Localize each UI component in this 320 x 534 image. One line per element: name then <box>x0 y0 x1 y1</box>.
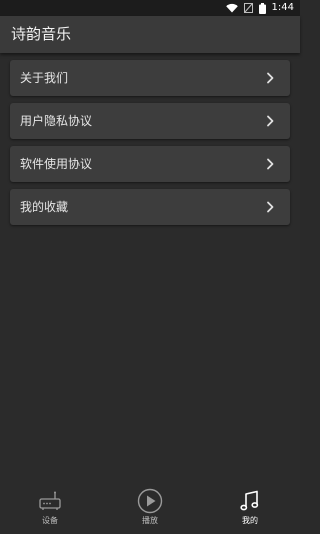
music-note-icon <box>240 490 259 511</box>
app-title: 诗韵音乐 <box>11 25 72 43</box>
nav-label-device: 设备 <box>42 516 58 525</box>
bottom-nav: 设备 播放 我的 <box>0 484 300 534</box>
app-bar: 诗韵音乐 <box>0 16 300 53</box>
nav-tab-play[interactable]: 播放 <box>110 488 190 532</box>
nav-tab-mine[interactable]: 我的 <box>210 488 290 532</box>
status-time: 1:44 <box>271 2 294 13</box>
play-circle-icon <box>137 488 163 514</box>
status-bar: 1:44 <box>0 0 300 16</box>
menu-item-label: 软件使用协议 <box>20 157 93 171</box>
battery-icon <box>258 2 266 14</box>
nav-tab-device[interactable]: 设备 <box>10 488 90 532</box>
chevron-right-icon <box>267 158 274 170</box>
no-signal-icon <box>243 3 253 13</box>
wifi-icon <box>225 3 238 13</box>
chevron-right-icon <box>267 201 274 213</box>
menu-item-software-agreement[interactable]: 软件使用协议 <box>10 146 290 182</box>
menu-item-privacy-agreement[interactable]: 用户隐私协议 <box>10 103 290 139</box>
nav-label-play: 播放 <box>142 516 158 525</box>
chevron-right-icon <box>267 115 274 127</box>
router-device-icon <box>39 491 61 510</box>
menu-item-label: 用户隐私协议 <box>20 114 93 128</box>
chevron-right-icon <box>267 72 274 84</box>
settings-menu: 关于我们 用户隐私协议 软件使用协议 我的收藏 <box>10 60 290 232</box>
menu-item-label: 我的收藏 <box>20 200 69 214</box>
menu-item-my-favorites[interactable]: 我的收藏 <box>10 189 290 225</box>
menu-item-about-us[interactable]: 关于我们 <box>10 60 290 96</box>
menu-item-label: 关于我们 <box>20 71 69 85</box>
nav-label-mine: 我的 <box>242 516 258 525</box>
app-screen: 1:44 诗韵音乐 关于我们 用户隐私协议 软件使用协议 我的收藏 设备 播放 … <box>0 0 300 534</box>
status-icons: 1:44 <box>225 1 294 15</box>
